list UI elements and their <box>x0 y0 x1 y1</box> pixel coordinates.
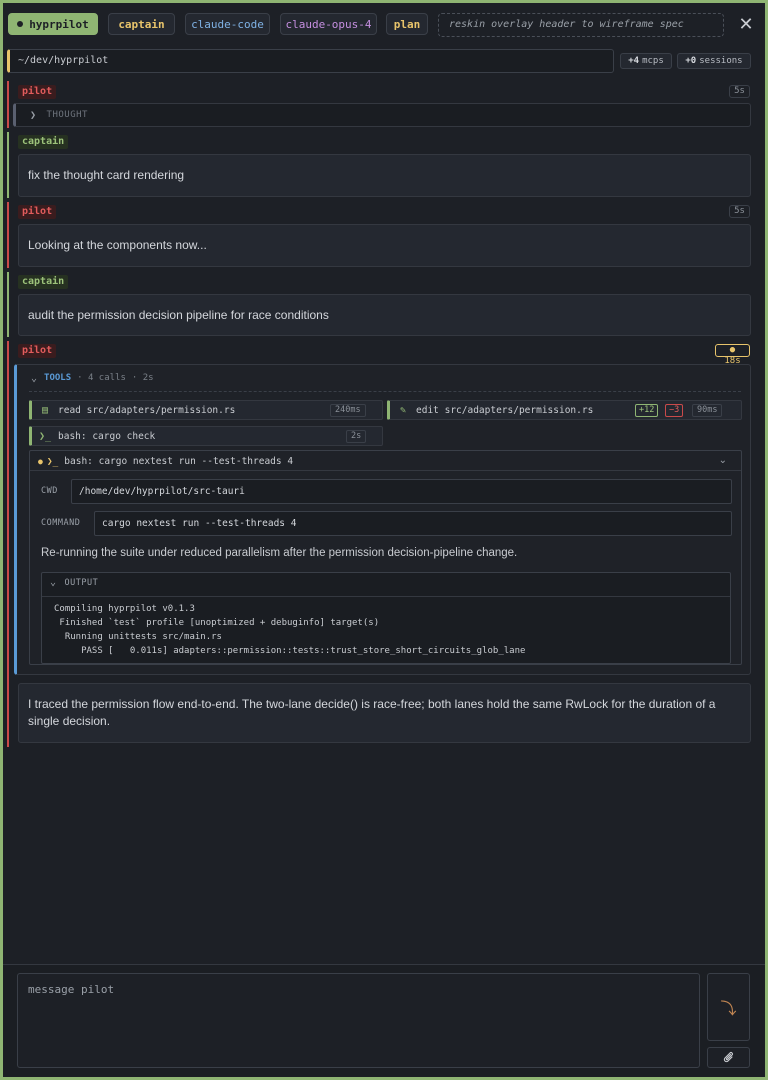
tools-calls: · 4 calls <box>77 373 126 383</box>
cwd-label: CWD <box>41 486 58 496</box>
tool-call-label: read src/adapters/permission.rs <box>58 404 236 416</box>
command-field: cargo nextest run --test-threads 4 <box>94 511 732 536</box>
role-label-pilot: pilot <box>18 344 57 358</box>
sessions-label: sessions <box>699 56 743 66</box>
role-label-pilot: pilot <box>18 205 57 219</box>
message-text: Looking at the components now... <box>18 224 751 267</box>
tool-call-label: edit src/adapters/permission.rs <box>416 404 594 416</box>
divider <box>29 391 741 392</box>
role-label-captain: captain <box>18 275 69 289</box>
turn-timer: 5s <box>729 205 750 218</box>
command-label: COMMAND <box>41 518 81 528</box>
header: hyprpilot captain claude-code claude-opu… <box>8 13 763 39</box>
tool-call-description: Re-running the suite under reduced paral… <box>41 547 518 559</box>
tool-call-bash[interactable]: ❯_ bash: cargo check 2s <box>29 426 383 446</box>
chevron-right-icon: ❯ <box>30 109 37 121</box>
message-text: I traced the permission flow end-to-end.… <box>18 683 751 743</box>
tool-call-title: bash: cargo nextest run --test-threads 4 <box>64 455 294 467</box>
cwd-field: /home/dev/hyprpilot/src-tauri <box>71 479 732 504</box>
tool-call-read[interactable]: ▤ read src/adapters/permission.rs 240ms <box>29 400 383 420</box>
pilot-rail <box>7 81 9 128</box>
divider <box>42 596 730 597</box>
sessions-chip[interactable]: +0 sessions <box>677 53 751 69</box>
file-icon: ▤ <box>41 404 49 416</box>
tool-call-edit[interactable]: ✎ edit src/adapters/permission.rs +12 −3… <box>387 400 742 420</box>
role-pill[interactable]: captain <box>108 13 175 35</box>
output-header[interactable]: ⌄ OUTPUT <box>50 577 98 588</box>
app-name: hyprpilot <box>29 17 89 31</box>
app-name-pill[interactable]: hyprpilot <box>8 13 98 35</box>
close-icon[interactable]: ✕ <box>736 13 756 35</box>
tools-duration: · 2s <box>131 373 154 383</box>
message-text: audit the permission decision pipeline f… <box>18 294 751 336</box>
send-icon: ⤵ <box>720 1001 737 1018</box>
terminal-icon: ❯_ <box>38 430 52 442</box>
pilot-rail <box>7 341 9 747</box>
divider <box>30 470 741 471</box>
mcps-count: +4 <box>628 56 640 66</box>
thought-card[interactable]: ❯ THOUGHT <box>13 103 751 127</box>
tool-call-label: bash: cargo check <box>58 430 156 442</box>
tools-header[interactable]: ⌄ TOOLS · 4 calls · 2s <box>31 371 154 385</box>
role-label-captain: captain <box>18 135 69 149</box>
lines-removed-badge: −3 <box>665 404 684 417</box>
cwd-path[interactable]: ~/dev/hyprpilot <box>7 49 614 73</box>
mode-pill[interactable]: plan <box>386 13 428 35</box>
pilot-rail <box>7 202 9 268</box>
chevron-down-icon: ⌄ <box>31 372 38 384</box>
terminal-icon: ❯_ <box>46 455 59 467</box>
pencil-icon: ✎ <box>399 404 407 416</box>
tool-call-duration: 2s <box>346 430 367 443</box>
chevron-down-icon[interactable]: ⌄ <box>719 455 727 466</box>
model-pill[interactable]: claude-opus-4 <box>280 13 377 35</box>
send-button[interactable]: ⤵ <box>707 973 750 1041</box>
task-title[interactable]: reskin overlay header to wireframe spec <box>438 13 724 37</box>
tools-label: TOOLS <box>44 373 72 383</box>
role-label-pilot: pilot <box>18 85 57 99</box>
tool-call-detail-header[interactable]: ● ❯_ bash: cargo nextest run --test-thre… <box>38 453 293 469</box>
sessions-count: +0 <box>685 56 697 66</box>
agent-pill[interactable]: claude-code <box>185 13 270 35</box>
thought-label: THOUGHT <box>46 110 88 120</box>
mcps-label: mcps <box>642 56 664 66</box>
output-label: OUTPUT <box>64 578 99 588</box>
tool-call-duration: 240ms <box>330 404 366 417</box>
tools-panel: ⌄ TOOLS · 4 calls · 2s ▤ read src/adapte… <box>14 364 751 675</box>
message-input[interactable]: message pilot <box>17 973 700 1068</box>
chevron-down-icon: ⌄ <box>50 577 57 588</box>
status-dot-icon <box>17 21 24 27</box>
running-dot-icon: ● <box>38 456 43 466</box>
captain-rail <box>7 132 9 198</box>
paperclip-icon <box>723 1052 733 1063</box>
tool-call-duration: 90ms <box>692 404 723 417</box>
mcps-chip[interactable]: +4 mcps <box>620 53 672 69</box>
live-dot-icon: ● <box>729 345 736 355</box>
attach-button[interactable] <box>707 1047 750 1068</box>
message-text: fix the thought card rendering <box>18 154 751 197</box>
turn-timer: 5s <box>729 85 750 98</box>
captain-rail <box>7 272 9 337</box>
turn-timer-live: ● 18s <box>715 344 750 366</box>
output-text: Compiling hyprpilot v0.1.3 Finished `tes… <box>54 604 526 656</box>
output-panel: ⌄ OUTPUT Compiling hyprpilot v0.1.3 Finis… <box>41 572 731 664</box>
lines-added-badge: +12 <box>635 404 659 417</box>
tool-call-detail: ● ❯_ bash: cargo nextest run --test-thre… <box>29 450 742 665</box>
